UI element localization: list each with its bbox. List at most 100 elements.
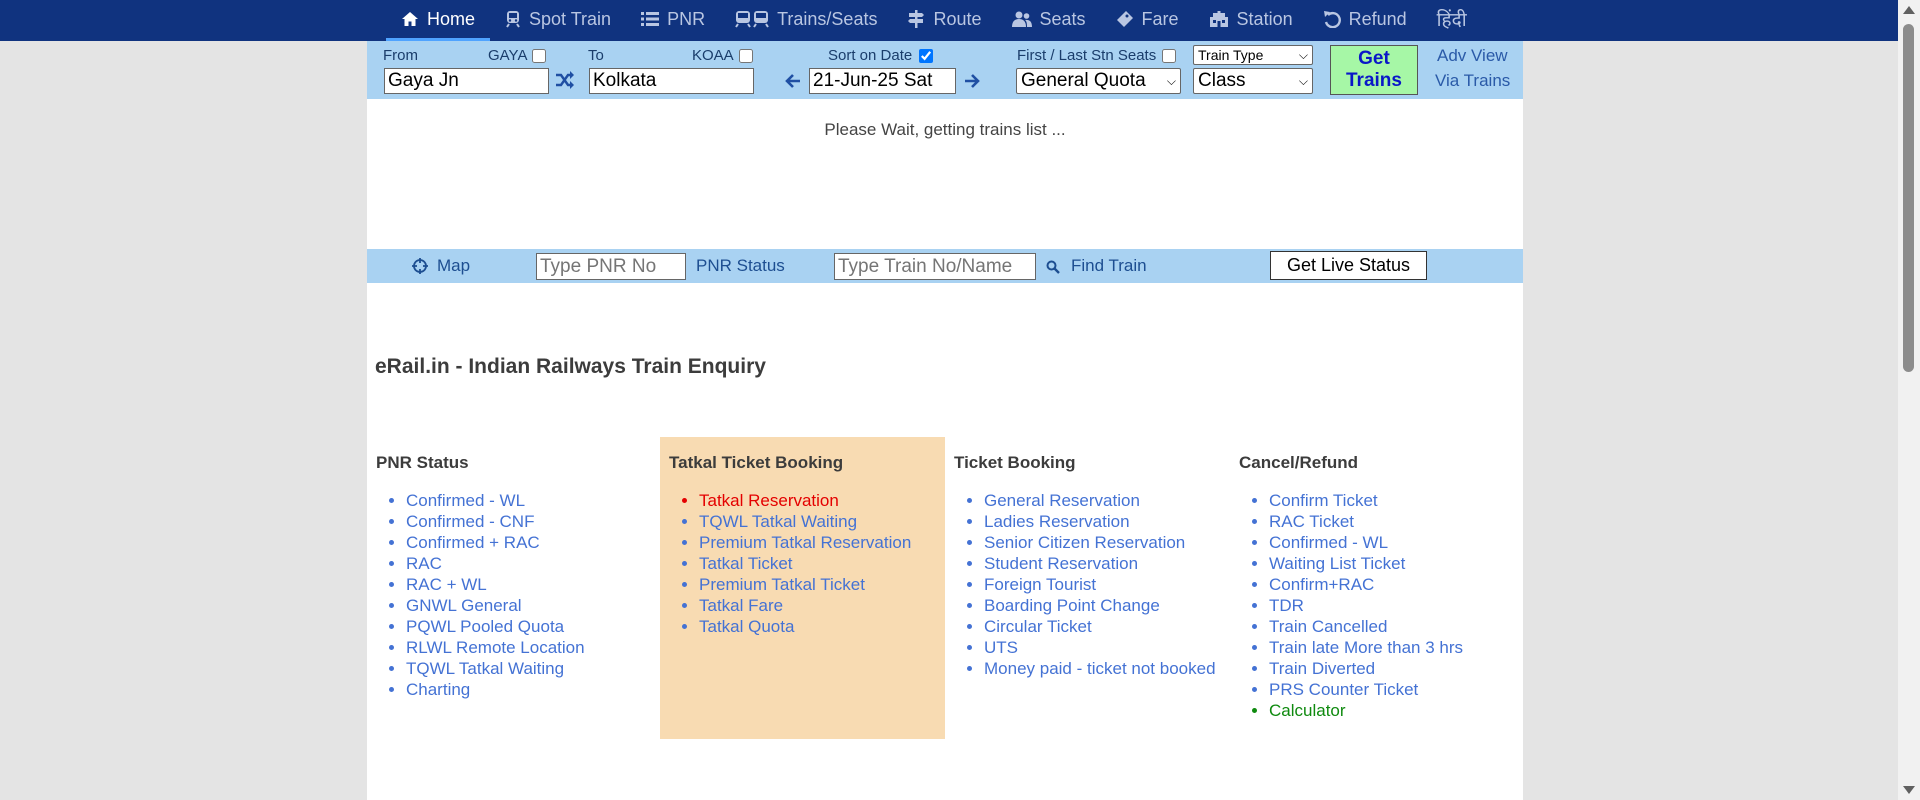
link-tatkal-fare[interactable]: Tatkal Fare: [699, 596, 783, 615]
pnr-status-link[interactable]: PNR Status: [696, 256, 785, 276]
scroll-down-icon[interactable]: [1903, 786, 1915, 794]
link-confirmed-rac[interactable]: Confirmed + RAC: [406, 533, 540, 552]
sort-on-date-checkbox[interactable]: [919, 49, 933, 63]
link-general-reservation[interactable]: General Reservation: [984, 491, 1140, 510]
nav-home-label: Home: [427, 8, 476, 29]
link-tqwl[interactable]: TQWL Tatkal Waiting: [406, 659, 564, 678]
list-item: Tatkal Quota: [699, 616, 945, 637]
train-search-input[interactable]: [834, 253, 1036, 280]
link-pqwl[interactable]: PQWL Pooled Quota: [406, 617, 564, 636]
list-item: Money paid - ticket not booked: [984, 658, 1230, 679]
crosshair-icon: [412, 258, 428, 274]
class-select[interactable]: Class ⌵: [1193, 68, 1313, 94]
scrollbar-thumb[interactable]: [1903, 24, 1914, 372]
list-item: Train late More than 3 hrs: [1269, 637, 1515, 658]
nav-hindi[interactable]: हिंदी: [1422, 0, 1482, 41]
nav-spot-train-label: Spot Train: [529, 8, 612, 29]
get-live-status-button[interactable]: Get Live Status: [1270, 251, 1427, 280]
link-confirmed-cnf[interactable]: Confirmed - CNF: [406, 512, 534, 531]
nav-spot-train[interactable]: Spot Train: [490, 0, 626, 41]
nav-seats[interactable]: Seats: [997, 0, 1101, 41]
from-station-input[interactable]: Gaya Jn: [384, 68, 549, 94]
nav-pnr[interactable]: PNR: [626, 0, 720, 41]
link-senior-citizen-reservation[interactable]: Senior Citizen Reservation: [984, 533, 1185, 552]
link-boarding-point-change[interactable]: Boarding Point Change: [984, 596, 1160, 615]
nav-route[interactable]: Route: [892, 0, 996, 41]
link-circular-ticket[interactable]: Circular Ticket: [984, 617, 1092, 636]
swap-stations-icon[interactable]: [555, 70, 575, 90]
link-waiting-list-ticket[interactable]: Waiting List Ticket: [1269, 554, 1405, 573]
list-item: Foreign Tourist: [984, 574, 1230, 595]
link-calculator[interactable]: Calculator: [1269, 701, 1346, 720]
nav-refund[interactable]: Refund: [1308, 0, 1422, 41]
find-train-link[interactable]: Find Train: [1071, 256, 1147, 276]
link-prs-counter-ticket[interactable]: PRS Counter Ticket: [1269, 680, 1418, 699]
link-confirmed-wl-refund[interactable]: Confirmed - WL: [1269, 533, 1388, 552]
search-panel: From GAYA Gaya Jn To KOAA Kolkata Sort o…: [367, 41, 1523, 99]
cancel-refund-column: Cancel/Refund Confirm Ticket RAC Ticket …: [1230, 437, 1515, 721]
from-code-checkbox[interactable]: [532, 49, 546, 63]
link-ladies-reservation[interactable]: Ladies Reservation: [984, 512, 1130, 531]
previous-date-icon[interactable]: [784, 72, 802, 90]
nav-home[interactable]: Home: [386, 0, 491, 41]
nav-trains-seats-label: Trains/Seats: [777, 8, 878, 29]
nav-station[interactable]: Station: [1194, 0, 1308, 41]
column-heading: Cancel/Refund: [1239, 453, 1359, 472]
link-train-late[interactable]: Train late More than 3 hrs: [1269, 638, 1463, 657]
from-code: GAYA: [488, 47, 528, 64]
quota-select[interactable]: General Quota ⌵: [1016, 68, 1181, 94]
nav-fare-label: Fare: [1141, 8, 1179, 29]
link-confirm-ticket[interactable]: Confirm Ticket: [1269, 491, 1378, 510]
nav-fare[interactable]: Fare: [1101, 0, 1194, 41]
link-confirmed-wl[interactable]: Confirmed - WL: [406, 491, 525, 510]
list-item: Train Cancelled: [1269, 616, 1515, 637]
list-item: Tatkal Fare: [699, 595, 945, 616]
chevron-down-icon: ⌵: [1298, 47, 1308, 62]
to-code-checkbox[interactable]: [739, 49, 753, 63]
map-link[interactable]: Map: [437, 256, 470, 276]
via-trains-link[interactable]: Via Trains: [1435, 71, 1510, 91]
first-last-stn-checkbox[interactable]: [1162, 49, 1176, 63]
link-train-cancelled[interactable]: Train Cancelled: [1269, 617, 1387, 636]
link-tatkal-reservation[interactable]: Tatkal Reservation: [699, 491, 839, 510]
list-item: Confirmed - WL: [1269, 532, 1515, 553]
link-uts[interactable]: UTS: [984, 638, 1018, 657]
to-station-input[interactable]: Kolkata: [589, 68, 754, 94]
link-train-diverted[interactable]: Train Diverted: [1269, 659, 1375, 678]
link-rac[interactable]: RAC: [406, 554, 442, 573]
link-rac-ticket[interactable]: RAC Ticket: [1269, 512, 1354, 531]
link-charting[interactable]: Charting: [406, 680, 470, 699]
link-student-reservation[interactable]: Student Reservation: [984, 554, 1138, 573]
link-tatkal-quota[interactable]: Tatkal Quota: [699, 617, 794, 636]
list-item: Confirm Ticket: [1269, 490, 1515, 511]
link-premium-tatkal-ticket[interactable]: Premium Tatkal Ticket: [699, 575, 865, 594]
chevron-down-icon: ⌵: [1166, 73, 1176, 88]
link-tqwl-tatkal-waiting[interactable]: TQWL Tatkal Waiting: [699, 512, 857, 531]
ticket-booking-column: Ticket Booking General Reservation Ladie…: [945, 437, 1230, 679]
scroll-up-icon[interactable]: [1903, 6, 1915, 14]
link-foreign-tourist[interactable]: Foreign Tourist: [984, 575, 1096, 594]
list-item: Senior Citizen Reservation: [984, 532, 1230, 553]
date-input[interactable]: 21-Jun-25 Sat: [809, 68, 956, 94]
link-tatkal-ticket[interactable]: Tatkal Ticket: [699, 554, 793, 573]
get-trains-button[interactable]: Get Trains: [1330, 45, 1418, 95]
link-money-paid-not-booked[interactable]: Money paid - ticket not booked: [984, 659, 1216, 678]
nav-trains-seats[interactable]: Trains/Seats: [720, 0, 892, 41]
link-rlwl[interactable]: RLWL Remote Location: [406, 638, 585, 657]
link-confirm-rac[interactable]: Confirm+RAC: [1269, 575, 1374, 594]
link-gnwl-general[interactable]: GNWL General: [406, 596, 522, 615]
adv-view-link[interactable]: Adv View: [1437, 46, 1508, 66]
link-premium-tatkal-reservation[interactable]: Premium Tatkal Reservation: [699, 533, 911, 552]
quota-value: General Quota: [1021, 70, 1146, 91]
pnr-input[interactable]: [536, 253, 686, 280]
search-icon[interactable]: [1046, 260, 1060, 274]
nav-hindi-label: हिंदी: [1436, 10, 1467, 31]
link-rac-wl[interactable]: RAC + WL: [406, 575, 487, 594]
page-scrollbar[interactable]: [1898, 0, 1920, 800]
train-type-select[interactable]: Train Type ⌵: [1193, 45, 1313, 65]
list-item: TQWL Tatkal Waiting: [406, 658, 652, 679]
next-date-icon[interactable]: [963, 72, 981, 90]
nav-route-label: Route: [933, 8, 982, 29]
list-icon: [641, 12, 660, 26]
link-tdr[interactable]: TDR: [1269, 596, 1304, 615]
